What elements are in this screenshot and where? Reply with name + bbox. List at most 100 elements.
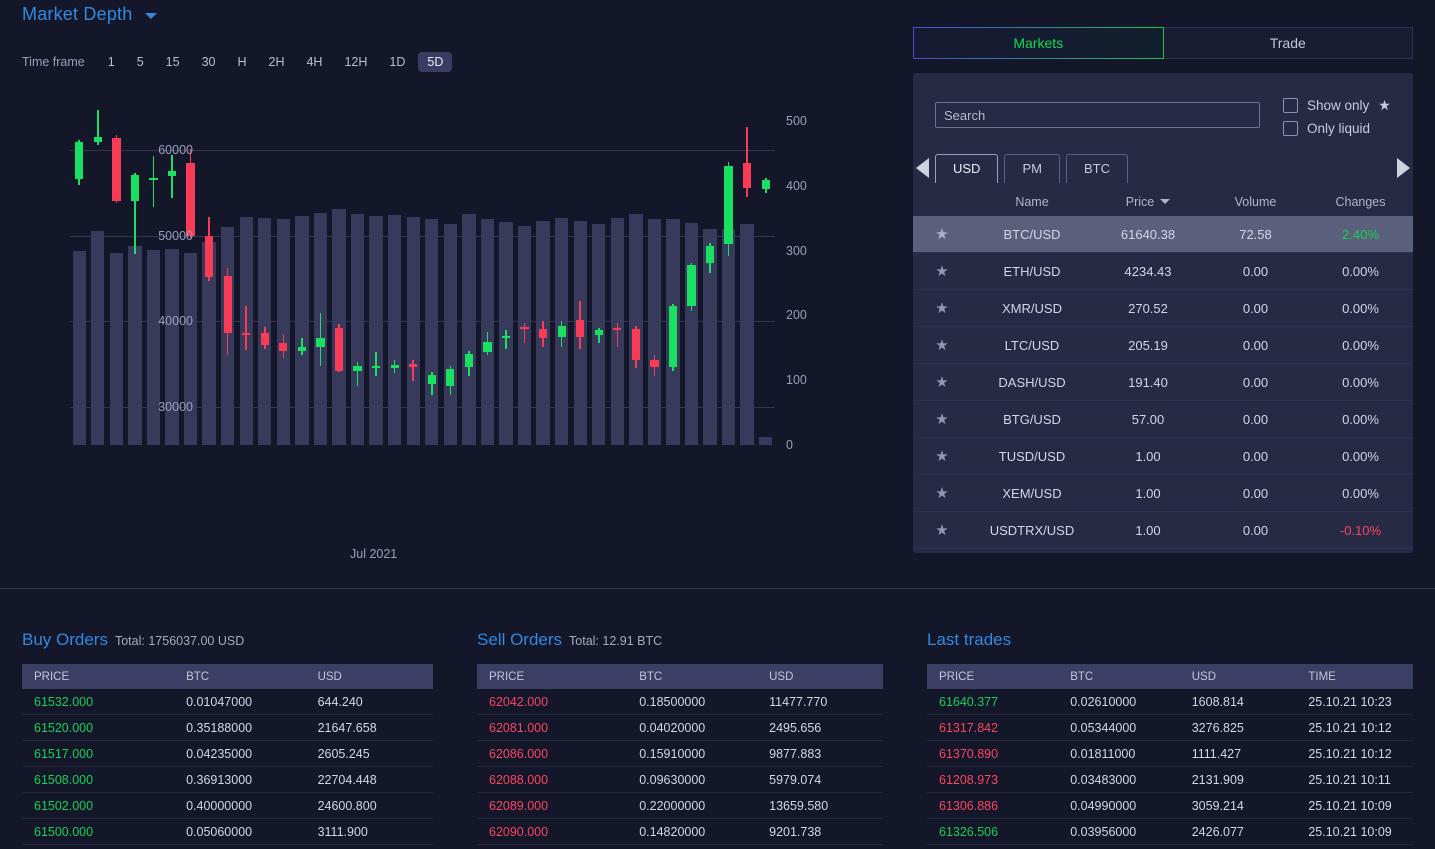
currency-tab-pm[interactable]: PM (1004, 154, 1060, 183)
favorite-star-icon[interactable]: ★ (913, 484, 971, 502)
last-trades-table: PRICE BTC USD TIME 61640.377 0.02610000 16… (927, 664, 1413, 845)
table-row[interactable]: 61326.506 0.03956000 2426.077 25.10.21 10:0… (927, 819, 1413, 845)
search-input[interactable] (935, 102, 1260, 128)
market-price: 191.40 (1128, 374, 1168, 390)
volume-bar (146, 249, 161, 445)
volume-bar (684, 222, 699, 445)
tab-trade[interactable]: Trade (1163, 27, 1413, 59)
market-row[interactable]: ★ USDTRX/USD 1.00 0.00 -0.10% (913, 512, 1413, 549)
timeframe-h[interactable]: H (228, 52, 255, 72)
cell-btc: 0.01047000 (186, 694, 253, 709)
favorite-star-icon[interactable]: ★ (913, 336, 971, 354)
market-row[interactable]: ★ TUSD/USD 1.00 0.00 0.00% (913, 438, 1413, 475)
market-name: ETH/USD (1003, 263, 1061, 279)
table-row[interactable]: 61502.000 0.40000000 24600.800 (22, 793, 433, 819)
candle-wick (616, 322, 619, 347)
tab-markets[interactable]: Markets (913, 27, 1164, 59)
timeframe-12h[interactable]: 12H (335, 52, 376, 72)
table-row[interactable]: 62088.000 0.09630000 5979.074 (477, 767, 883, 793)
market-row[interactable]: ★ LTC/USD 205.19 0.00 0.00% (913, 327, 1413, 364)
cell-price: 62088.000 (489, 772, 549, 787)
cell-btc: 0.03956000 (1070, 824, 1137, 839)
favorite-star-icon[interactable]: ★ (913, 299, 971, 317)
cell-price: 61208.973 (939, 772, 999, 787)
table-row[interactable]: 61208.973 0.03483000 2131.909 25.10.21 10:1… (927, 767, 1413, 793)
table-row[interactable]: 61500.000 0.05060000 3111.900 (22, 819, 433, 845)
table-row[interactable]: 62081.000 0.04020000 2495.656 (477, 715, 883, 741)
market-row[interactable]: ★ BTG/USD 57.00 0.00 0.00% (913, 401, 1413, 438)
tabs-scroll-left-icon[interactable] (916, 158, 929, 178)
chevron-down-icon[interactable] (145, 13, 157, 19)
markets-panel: Markets Trade Show only ★ Only liquid US… (905, 0, 1435, 588)
changes-column-header[interactable]: Changes (1308, 195, 1413, 209)
only-liquid-label: Only liquid (1307, 121, 1371, 136)
name-column-header[interactable]: Name (971, 195, 1093, 209)
candle-body (538, 328, 548, 339)
table-row[interactable]: 61532.000 0.01047000 644.240 (22, 689, 433, 715)
table-row[interactable]: 62042.000 0.18500000 11477.770 (477, 689, 883, 715)
candle-body (724, 165, 733, 245)
show-only-favorites-row[interactable]: Show only ★ (1283, 97, 1391, 114)
currency-tab-usd[interactable]: USD (935, 154, 999, 183)
timeframe-5[interactable]: 5 (128, 52, 153, 72)
favorite-star-icon[interactable]: ★ (913, 410, 971, 428)
timeframe-4h[interactable]: 4H (297, 52, 331, 72)
only-liquid-checkbox[interactable] (1283, 121, 1298, 136)
market-name: XMR/USD (1002, 300, 1062, 316)
timeframe-label: Time frame (22, 55, 85, 69)
table-row[interactable]: 61306.886 0.04990000 3059.214 25.10.21 10:0… (927, 793, 1413, 819)
market-volume: 0.00 (1242, 374, 1269, 390)
y-axis-tick-left: 30000 (158, 399, 193, 414)
volume-bar (72, 250, 86, 445)
timeframe-5d[interactable]: 5D (418, 52, 453, 72)
volume-bar (740, 223, 754, 445)
timeframe-30[interactable]: 30 (193, 52, 225, 72)
favorite-star-icon[interactable]: ★ (913, 225, 971, 243)
market-volume: 0.00 (1242, 300, 1269, 316)
timeframe-1d[interactable]: 1D (380, 52, 414, 72)
volume-column-header[interactable]: Volume (1203, 195, 1308, 209)
favorite-star-icon[interactable]: ★ (913, 262, 971, 280)
table-row[interactable]: 61317.842 0.05344000 3276.825 25.10.21 10:1… (927, 715, 1413, 741)
table-row[interactable]: 62089.000 0.22000000 13659.580 (477, 793, 883, 819)
timeframe-15[interactable]: 15 (157, 52, 189, 72)
show-only-checkbox[interactable] (1283, 98, 1298, 113)
market-row[interactable]: ★ ETH/USD 4234.43 0.00 0.00% (913, 253, 1413, 290)
cell-usd: 13659.580 (769, 798, 829, 813)
table-row[interactable]: 62090.000 0.14820000 9201.738 (477, 819, 883, 845)
table-row[interactable]: 62086.000 0.15910000 9877.883 (477, 741, 883, 767)
market-price: 57.00 (1131, 411, 1165, 427)
table-row[interactable]: 61520.000 0.35188000 21647.658 (22, 715, 433, 741)
only-liquid-row[interactable]: Only liquid (1283, 121, 1370, 136)
buy-orders-title-row: Buy Orders Total: 1756037.00 USD (22, 630, 244, 650)
candle-wick (505, 329, 507, 349)
cell-btc: 0.15910000 (639, 746, 706, 761)
markets-table-header: Name Price Volume Changes (913, 188, 1413, 216)
last-trades-title-row: Last trades (927, 630, 1011, 650)
favorite-star-icon[interactable]: ★ (913, 373, 971, 391)
market-name: TUSD/USD (998, 448, 1066, 464)
table-row[interactable]: 61370.890 0.01811000 1111.427 25.10.21 10:1… (927, 741, 1413, 767)
price-chart[interactable]: 30000 40000 50000 60000 0 100 200 300 400 500 Ju… (0, 95, 905, 561)
market-row[interactable]: ★ DASH/USD 191.40 0.00 0.00% (913, 364, 1413, 401)
volume-bar (276, 219, 291, 445)
market-row[interactable]: ★ XMR/USD 270.52 0.00 0.00% (913, 290, 1413, 327)
table-row[interactable]: 61517.000 0.04235000 2605.245 (22, 741, 433, 767)
timeframe-1[interactable]: 1 (99, 52, 124, 72)
cell-usd: 644.240 (317, 694, 363, 709)
tabs-scroll-right-icon[interactable] (1397, 158, 1410, 178)
market-row[interactable]: ★ XEM/USD 1.00 0.00 0.00% (913, 475, 1413, 512)
favorite-star-icon[interactable]: ★ (913, 521, 971, 539)
candle-body (557, 326, 566, 337)
timeframe-2h[interactable]: 2H (260, 52, 294, 72)
table-row[interactable]: 61508.000 0.36913000 22704.448 (22, 767, 433, 793)
currency-tab-btc[interactable]: BTC (1065, 154, 1128, 183)
sell-orders-title-row: Sell Orders Total: 12.91 BTC (477, 630, 662, 650)
cell-btc: 0.36913000 (186, 772, 253, 787)
market-row[interactable]: ★ BTC/USD 61640.38 72.58 2.40% (913, 216, 1413, 253)
market-volume: 0.00 (1242, 263, 1269, 279)
table-row[interactable]: 61640.377 0.02610000 1608.814 25.10.21 10:2… (927, 689, 1413, 715)
favorite-star-icon[interactable]: ★ (913, 447, 971, 465)
price-column-header[interactable]: Price (1093, 195, 1203, 209)
page-title[interactable]: Market Depth (22, 4, 132, 25)
